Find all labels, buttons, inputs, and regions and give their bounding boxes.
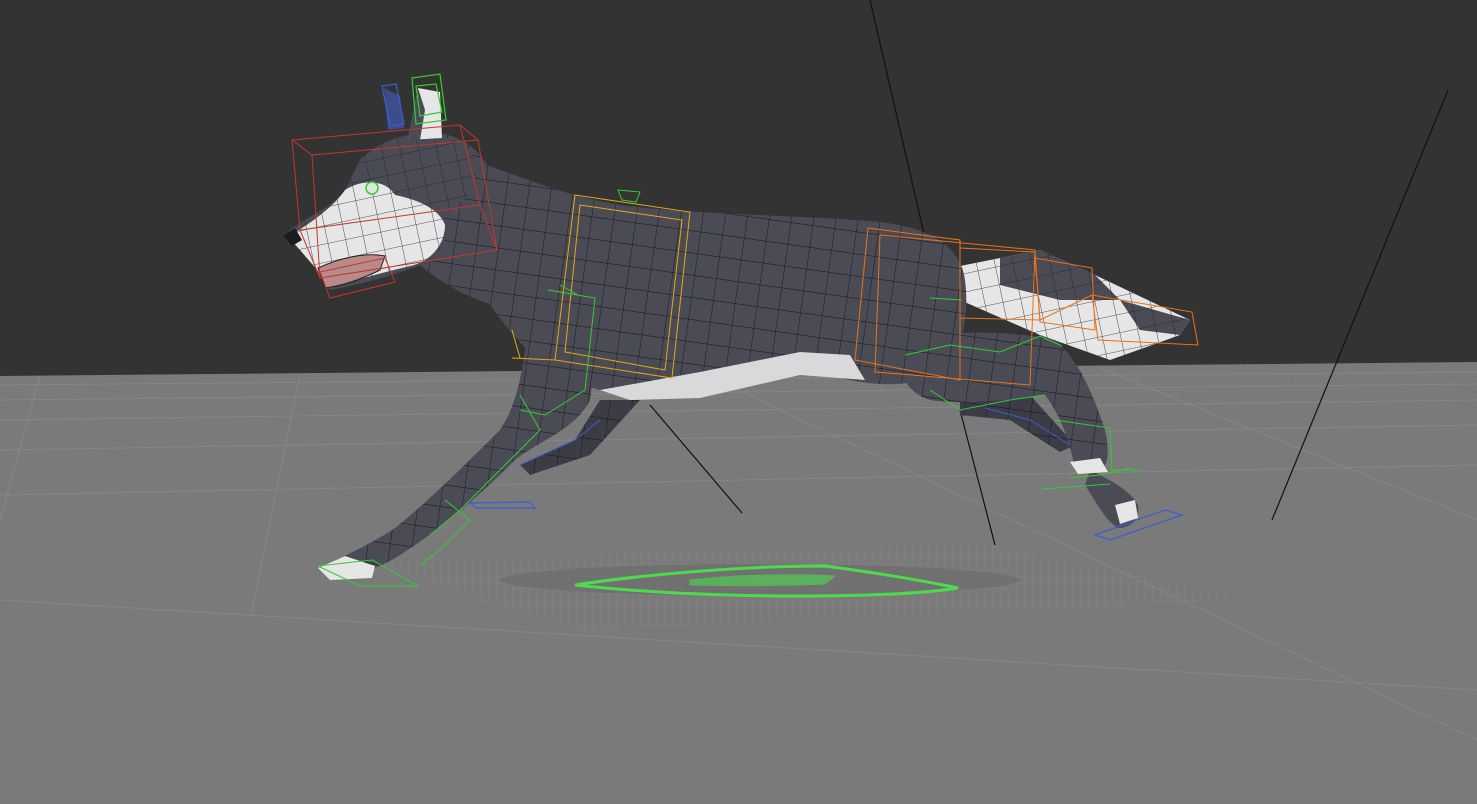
wolf-eye[interactable] [365,181,379,195]
3d-viewport[interactable] [0,0,1477,804]
scene-canvas[interactable] [0,0,1477,804]
